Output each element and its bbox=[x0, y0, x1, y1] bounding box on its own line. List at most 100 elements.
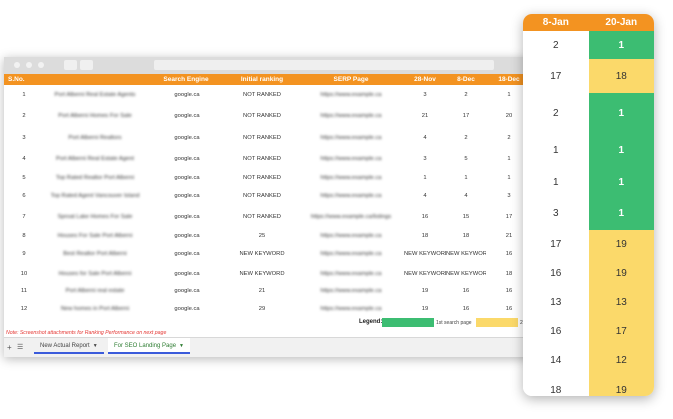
cell-keyword[interactable]: Port Alberni Real Estate Agent bbox=[44, 148, 146, 170]
cell-keyword[interactable]: Sproat Lake Homes For Sale bbox=[44, 206, 146, 228]
cell-date-1[interactable]: 3 bbox=[404, 148, 446, 170]
address-bar[interactable] bbox=[154, 60, 494, 70]
card-cell-date-2: 1 bbox=[588, 133, 654, 167]
close-window-icon[interactable] bbox=[14, 62, 20, 68]
cell-keyword[interactable]: Houses for Sale Port Alberni bbox=[44, 264, 146, 283]
chevron-down-icon[interactable]: ▼ bbox=[179, 343, 184, 349]
cell-search-engine[interactable]: google.ca bbox=[146, 104, 226, 127]
maximize-window-icon[interactable] bbox=[38, 62, 44, 68]
cell-serp-page[interactable]: https://www.example.ca bbox=[298, 186, 404, 206]
cell-date-2[interactable]: 16 bbox=[446, 283, 486, 299]
cell-keyword[interactable]: Port Alberni Real Estate Agents bbox=[44, 85, 146, 104]
cell-keyword[interactable]: Port Alberni Realtors bbox=[44, 127, 146, 148]
cell-sno[interactable]: 2 bbox=[4, 104, 44, 127]
cell-initial-ranking[interactable]: 29 bbox=[226, 299, 298, 318]
cell-keyword[interactable]: Top Rated Realtor Port Alberni bbox=[44, 170, 146, 186]
cell-serp-page[interactable]: https://www.example.ca/listings bbox=[298, 206, 404, 228]
cell-sno[interactable]: 6 bbox=[4, 186, 44, 206]
cell-keyword[interactable]: Best Realtor Port Alberni bbox=[44, 244, 146, 264]
cell-initial-ranking[interactable]: NOT RANKED bbox=[226, 170, 298, 186]
cell-sno[interactable]: 9 bbox=[4, 244, 44, 264]
cell-search-engine[interactable]: google.ca bbox=[146, 186, 226, 206]
cell-search-engine[interactable]: google.ca bbox=[146, 283, 226, 299]
cell-sno[interactable]: 4 bbox=[4, 148, 44, 170]
cell-serp-page[interactable]: https://www.example.ca bbox=[298, 299, 404, 318]
table-row: 2 Port Alberni Homes For Sale google.ca NOT… bbox=[4, 104, 532, 127]
cell-sno[interactable]: 1 bbox=[4, 85, 44, 104]
cell-search-engine[interactable]: google.ca bbox=[146, 206, 226, 228]
cell-search-engine[interactable]: google.ca bbox=[146, 299, 226, 318]
cell-initial-ranking[interactable]: NOT RANKED bbox=[226, 206, 298, 228]
cell-initial-ranking[interactable]: NOT RANKED bbox=[226, 186, 298, 206]
cell-initial-ranking[interactable]: NEW KEYWORD bbox=[226, 244, 298, 264]
cell-date-2[interactable]: 1 bbox=[446, 170, 486, 186]
cell-serp-page[interactable]: https://www.example.ca bbox=[298, 228, 404, 244]
cell-search-engine[interactable]: google.ca bbox=[146, 127, 226, 148]
minimize-window-icon[interactable] bbox=[26, 62, 32, 68]
cell-date-2[interactable]: 2 bbox=[446, 127, 486, 148]
back-button[interactable] bbox=[64, 60, 77, 70]
cell-sno[interactable]: 5 bbox=[4, 170, 44, 186]
cell-keyword[interactable]: Port Alberni real estate bbox=[44, 283, 146, 299]
cell-date-2[interactable]: 18 bbox=[446, 228, 486, 244]
cell-date-2[interactable]: 16 bbox=[446, 299, 486, 318]
cell-initial-ranking[interactable]: 21 bbox=[226, 283, 298, 299]
chevron-down-icon[interactable]: ▼ bbox=[93, 343, 98, 349]
cell-sno[interactable]: 12 bbox=[4, 299, 44, 318]
cell-sno[interactable]: 10 bbox=[4, 264, 44, 283]
cell-initial-ranking[interactable]: NOT RANKED bbox=[226, 85, 298, 104]
cell-date-1[interactable]: 21 bbox=[404, 104, 446, 127]
cell-search-engine[interactable]: google.ca bbox=[146, 264, 226, 283]
tab-new-actual-report[interactable]: New Actual Report ▼ bbox=[34, 338, 104, 354]
forward-button[interactable] bbox=[80, 60, 93, 70]
cell-sno[interactable]: 8 bbox=[4, 228, 44, 244]
cell-date-1[interactable]: 1 bbox=[404, 170, 446, 186]
cell-serp-page[interactable]: https://www.example.ca bbox=[298, 283, 404, 299]
cell-initial-ranking[interactable]: 25 bbox=[226, 228, 298, 244]
cell-initial-ranking[interactable]: NOT RANKED bbox=[226, 104, 298, 127]
cell-date-2[interactable]: 5 bbox=[446, 148, 486, 170]
cell-keyword[interactable]: Houses For Sale Port Alberni bbox=[44, 228, 146, 244]
cell-serp-page[interactable]: https://www.example.ca bbox=[298, 127, 404, 148]
cell-search-engine[interactable]: google.ca bbox=[146, 85, 226, 104]
cell-keyword[interactable]: Port Alberni Homes For Sale bbox=[44, 104, 146, 127]
cell-initial-ranking[interactable]: NOT RANKED bbox=[226, 127, 298, 148]
cell-date-2[interactable]: 2 bbox=[446, 85, 486, 104]
cell-date-1[interactable]: NEW KEYWORD bbox=[404, 244, 446, 264]
cell-serp-page[interactable]: https://www.example.ca bbox=[298, 264, 404, 283]
cell-date-2[interactable]: 17 bbox=[446, 104, 486, 127]
cell-date-1[interactable]: NEW KEYWORD bbox=[404, 264, 446, 283]
cell-initial-ranking[interactable]: NOT RANKED bbox=[226, 148, 298, 170]
cell-serp-page[interactable]: https://www.example.ca bbox=[298, 148, 404, 170]
all-sheets-menu-icon[interactable]: ☰ bbox=[17, 343, 23, 351]
cell-search-engine[interactable]: google.ca bbox=[146, 244, 226, 264]
cell-date-2[interactable]: 4 bbox=[446, 186, 486, 206]
cell-keyword[interactable]: New homes in Port Alberni bbox=[44, 299, 146, 318]
cell-serp-page[interactable]: https://www.example.ca bbox=[298, 244, 404, 264]
cell-keyword[interactable]: Top Rated Agent Vancouver Island bbox=[44, 186, 146, 206]
cell-serp-page[interactable]: https://www.example.ca bbox=[298, 104, 404, 127]
card-cell-date-2: 1 bbox=[588, 167, 654, 197]
cell-date-1[interactable]: 16 bbox=[404, 206, 446, 228]
cell-search-engine[interactable]: google.ca bbox=[146, 170, 226, 186]
cell-search-engine[interactable]: google.ca bbox=[146, 148, 226, 170]
cell-sno[interactable]: 3 bbox=[4, 127, 44, 148]
cell-date-1[interactable]: 19 bbox=[404, 283, 446, 299]
cell-date-1[interactable]: 4 bbox=[404, 186, 446, 206]
cell-sno[interactable]: 7 bbox=[4, 206, 44, 228]
cell-date-2[interactable]: 15 bbox=[446, 206, 486, 228]
cell-initial-ranking[interactable]: NEW KEYWORD bbox=[226, 264, 298, 283]
cell-date-2[interactable]: NEW KEYWORD bbox=[446, 264, 486, 283]
cell-serp-page[interactable]: https://www.example.ca bbox=[298, 85, 404, 104]
cell-date-1[interactable]: 3 bbox=[404, 85, 446, 104]
cell-sno[interactable]: 11 bbox=[4, 283, 44, 299]
cell-search-engine[interactable]: google.ca bbox=[146, 228, 226, 244]
cell-date-1[interactable]: 4 bbox=[404, 127, 446, 148]
cell-date-1[interactable]: 18 bbox=[404, 228, 446, 244]
card-cell-date-2: 17 bbox=[588, 317, 654, 346]
cell-serp-page[interactable]: https://www.example.ca bbox=[298, 170, 404, 186]
tab-seo-landing-page[interactable]: For SEO Landing Page ▼ bbox=[108, 338, 190, 354]
add-sheet-icon[interactable]: + bbox=[7, 343, 12, 352]
cell-date-2[interactable]: NEW KEYWORD bbox=[446, 244, 486, 264]
cell-date-1[interactable]: 19 bbox=[404, 299, 446, 318]
